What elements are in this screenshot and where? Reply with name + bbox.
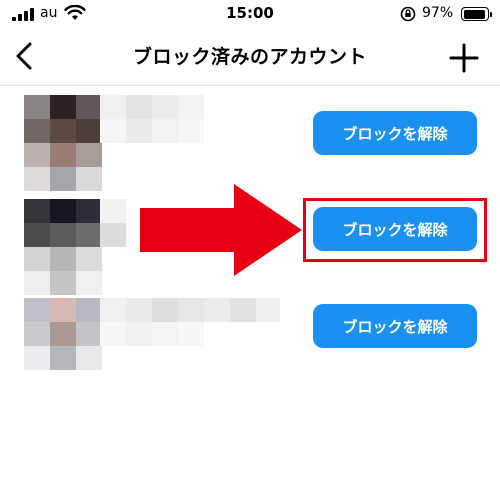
username-placeholder xyxy=(100,298,280,354)
right-arrow-icon xyxy=(140,184,302,276)
page-title: ブロック済みのアカウント xyxy=(132,46,367,68)
battery-icon xyxy=(461,7,492,21)
username-placeholder xyxy=(100,199,140,255)
highlight-box xyxy=(303,198,487,262)
avatar xyxy=(24,95,102,191)
unblock-button[interactable]: ブロックを解除 xyxy=(313,111,477,155)
blocked-account-row: ブロックを解除 xyxy=(0,95,500,195)
username-placeholder xyxy=(100,95,280,151)
battery-fill xyxy=(463,9,485,19)
add-button[interactable] xyxy=(444,38,484,78)
status-bar: au 15:00 97% xyxy=(0,0,500,30)
avatar xyxy=(24,199,102,295)
avatar xyxy=(24,298,102,394)
nav-bar: ブロック済みのアカウント xyxy=(0,30,500,86)
unblock-button[interactable]: ブロックを解除 xyxy=(313,304,477,348)
battery-percent: 97% xyxy=(422,5,454,21)
blocked-account-row: ブロックを解除 xyxy=(0,298,500,398)
orientation-lock-icon xyxy=(400,6,416,22)
plus-icon xyxy=(449,43,479,73)
